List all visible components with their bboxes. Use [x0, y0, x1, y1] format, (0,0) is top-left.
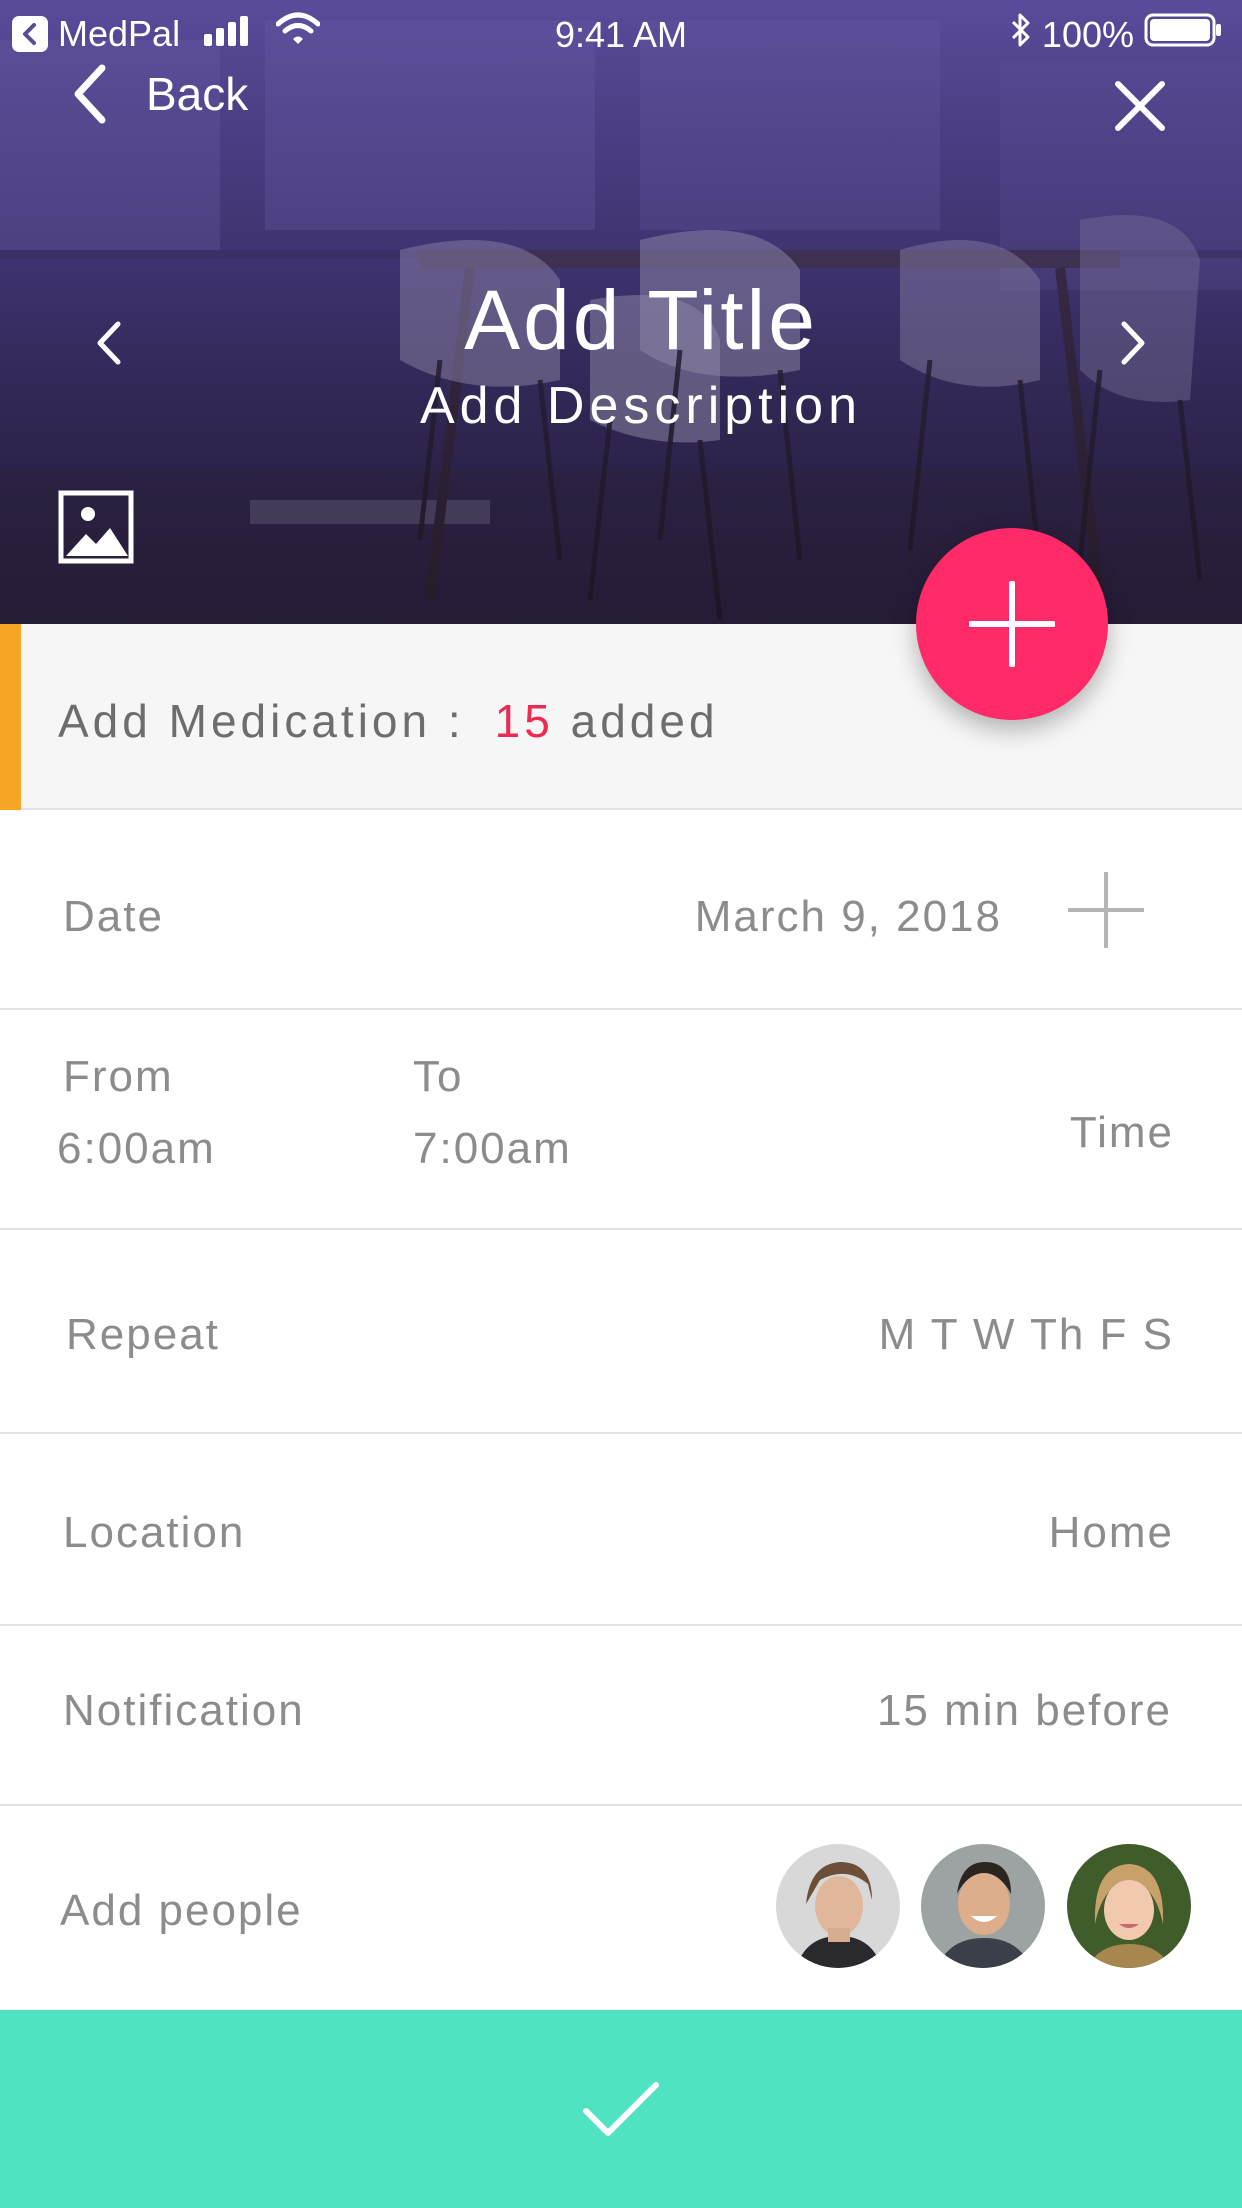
medication-suffix: added [570, 695, 719, 747]
checkmark-icon [583, 2082, 659, 2136]
back-button[interactable]: Back [70, 64, 248, 124]
people-row[interactable]: Add people [0, 1806, 1242, 2010]
repeat-label: Repeat [66, 1310, 220, 1359]
medication-summary: Add Medication : 15 added [58, 694, 719, 748]
location-value[interactable]: Home [1049, 1508, 1174, 1558]
notification-row[interactable]: Notification 15 min before [0, 1626, 1242, 1806]
people-label: Add people [60, 1886, 303, 1935]
event-title[interactable]: Add Title [0, 272, 1242, 369]
date-value[interactable]: March 9, 2018 [695, 892, 1002, 942]
back-chevron-icon [74, 64, 106, 124]
location-row[interactable]: Location Home [0, 1434, 1242, 1626]
plus-icon [969, 581, 1055, 667]
location-label: Location [63, 1508, 246, 1557]
from-value[interactable]: 6:00am [57, 1124, 216, 1174]
avatar[interactable] [1067, 1844, 1191, 1968]
plus-icon[interactable] [1066, 870, 1146, 950]
repeat-days[interactable]: M T W Th F S [879, 1310, 1174, 1360]
confirm-button[interactable] [0, 2010, 1242, 2208]
from-label: From [63, 1052, 174, 1101]
notification-label: Notification [63, 1686, 305, 1735]
time-row[interactable]: From 6:00am To 7:00am Time [0, 1010, 1242, 1230]
close-icon[interactable] [1112, 78, 1168, 134]
to-label: To [413, 1052, 464, 1101]
status-bar: MedPal 9:41 AM 100% [0, 0, 1242, 66]
add-medication-button[interactable] [916, 528, 1108, 720]
battery-icon [1144, 13, 1222, 56]
status-right: 100% [1010, 12, 1222, 57]
avatar[interactable] [921, 1844, 1045, 1968]
date-row[interactable]: Date March 9, 2018 [0, 810, 1242, 1010]
back-label: Back [146, 68, 249, 120]
accent-indicator [0, 624, 21, 810]
avatar[interactable] [776, 1844, 900, 1968]
medication-label: Add Medication : [58, 695, 465, 747]
battery-percent: 100% [1041, 13, 1134, 55]
time-label: Time [1069, 1108, 1174, 1157]
medication-count: 15 [494, 695, 554, 747]
repeat-row[interactable]: Repeat M T W Th F S [0, 1230, 1242, 1434]
event-description[interactable]: Add Description [0, 376, 1242, 436]
to-value[interactable]: 7:00am [413, 1124, 572, 1174]
notification-value[interactable]: 15 min before [877, 1686, 1172, 1736]
image-icon[interactable] [58, 490, 134, 564]
header-hero: MedPal 9:41 AM 100% Back Add Title Add D… [0, 0, 1242, 624]
date-label: Date [63, 892, 164, 941]
bluetooth-icon [1010, 12, 1032, 57]
